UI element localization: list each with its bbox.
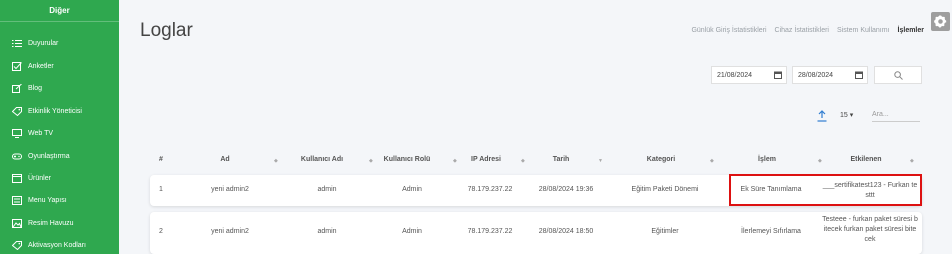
end-date-value: 28/08/2024 bbox=[798, 71, 834, 79]
search-icon bbox=[893, 70, 903, 80]
column-header-tarih[interactable]: Tarih bbox=[553, 156, 570, 163]
sidebar-item-aktivasyon[interactable]: Aktivasyon Kodları bbox=[0, 236, 119, 254]
image-icon bbox=[12, 218, 22, 228]
cell-ip: 78.179.237.22 bbox=[467, 186, 513, 193]
tag-icon bbox=[12, 240, 22, 250]
tab-gunluk-giris[interactable]: Günlük Giriş İstatistikleri bbox=[687, 27, 770, 34]
sidebar-header: Diğer bbox=[0, 0, 119, 22]
cell-islem: İlerlemeyi Sıfırlama bbox=[741, 228, 801, 235]
cell-kullanici-adi: admin bbox=[317, 228, 337, 235]
sort-icon[interactable]: ◆ bbox=[369, 158, 373, 164]
tab-islemler[interactable]: İşlemler bbox=[894, 27, 928, 34]
settings-button[interactable] bbox=[931, 12, 950, 31]
calendar-icon bbox=[774, 71, 782, 79]
column-header-kullanici-rolu[interactable]: Kullanıcı Rolü bbox=[384, 156, 431, 163]
sort-icon[interactable]: ◆ bbox=[910, 158, 914, 164]
search-button[interactable] bbox=[874, 66, 922, 84]
cell-kategori: Eğitimler bbox=[651, 228, 679, 235]
sidebar-item-oyunlastirma[interactable]: Oyunlaştırma bbox=[0, 147, 119, 165]
sidebar-item-label: Blog bbox=[28, 84, 43, 92]
column-header-islem[interactable]: İşlem bbox=[758, 156, 776, 163]
column-header-ip[interactable]: IP Adresi bbox=[471, 156, 501, 163]
cell-etkilenen: Testeee - furkan paket süresi bitecek fu… bbox=[822, 216, 918, 243]
sidebar-item-label: Menu Yapısı bbox=[28, 196, 67, 204]
sort-desc-icon[interactable]: ▼ bbox=[598, 158, 603, 164]
sidebar-item-urunler[interactable]: Ürünler bbox=[0, 169, 119, 187]
export-icon[interactable] bbox=[817, 110, 827, 122]
sort-icon[interactable]: ◆ bbox=[521, 158, 525, 164]
sort-icon[interactable]: ◆ bbox=[710, 158, 714, 164]
sort-icon[interactable]: ◆ bbox=[453, 158, 457, 164]
tab-sistem[interactable]: Sistem Kullanımı bbox=[833, 27, 894, 34]
end-date-field[interactable]: 28/08/2024 bbox=[792, 66, 868, 84]
checkbox-icon bbox=[12, 61, 22, 71]
sidebar-item-webtv[interactable]: Web TV bbox=[0, 124, 119, 142]
column-header-etkilenen[interactable]: Etkilenen bbox=[850, 156, 881, 163]
sidebar-item-label: Web TV bbox=[28, 129, 54, 137]
cell-ad: yeni admin2 bbox=[211, 186, 249, 193]
gear-icon bbox=[934, 15, 947, 28]
cell-rol: Admin bbox=[402, 186, 422, 193]
sidebar-item-resim[interactable]: Resim Havuzu bbox=[0, 214, 119, 232]
cell-no: 2 bbox=[159, 228, 163, 235]
tab-cihaz[interactable]: Cihaz İstatistikleri bbox=[771, 27, 833, 34]
sort-icon[interactable]: ◆ bbox=[274, 158, 278, 164]
sidebar-item-anketler[interactable]: Anketler bbox=[0, 57, 119, 75]
chevron-down-icon: ▾ bbox=[849, 112, 854, 119]
sidebar-item-duyurular[interactable]: Duyurular bbox=[0, 34, 119, 52]
column-header-kullanici-adi[interactable]: Kullanıcı Adı bbox=[301, 156, 343, 163]
sort-icon[interactable]: ◆ bbox=[818, 158, 822, 164]
table-search-input[interactable] bbox=[872, 108, 920, 122]
menu-icon bbox=[12, 195, 22, 205]
cell-kategori: Eğitim Paketi Dönemi bbox=[631, 186, 699, 193]
column-header-kategori[interactable]: Kategori bbox=[647, 156, 675, 163]
sidebar-item-menu[interactable]: Menu Yapısı bbox=[0, 191, 119, 209]
cell-tarih: 28/08/2024 19:36 bbox=[538, 186, 594, 193]
start-date-value: 21/08/2024 bbox=[717, 71, 753, 79]
sidebar-item-label: Oyunlaştırma bbox=[28, 152, 70, 160]
monitor-icon bbox=[12, 128, 22, 138]
sidebar: Diğer Duyurular Anketler Blog Etkinlik Y… bbox=[0, 0, 119, 254]
start-date-field[interactable]: 21/08/2024 bbox=[711, 66, 787, 84]
page-size-value: 15 bbox=[840, 112, 848, 119]
column-header-ad[interactable]: Ad bbox=[220, 156, 229, 163]
calendar-icon bbox=[855, 71, 863, 79]
sidebar-item-label: Duyurular bbox=[28, 39, 59, 47]
edit-icon bbox=[12, 83, 22, 93]
sidebar-item-label: Ürünler bbox=[28, 174, 51, 182]
cell-tarih: 28/08/2024 18:50 bbox=[538, 228, 594, 235]
tab-bar: Günlük Giriş İstatistikleri Cihaz İstati… bbox=[687, 27, 928, 34]
page-title: Loglar bbox=[140, 20, 193, 41]
gamepad-icon bbox=[12, 152, 22, 160]
cell-kullanici-adi: admin bbox=[317, 186, 337, 193]
table-row[interactable] bbox=[150, 212, 922, 254]
sidebar-item-label: Aktivasyon Kodları bbox=[28, 241, 86, 249]
cell-ad: yeni admin2 bbox=[211, 228, 249, 235]
sidebar-item-label: Resim Havuzu bbox=[28, 219, 74, 227]
sidebar-item-blog[interactable]: Blog bbox=[0, 79, 119, 97]
highlight-box bbox=[729, 174, 922, 206]
sidebar-item-etkinlik[interactable]: Etkinlik Yöneticisi bbox=[0, 102, 119, 120]
page-size-select[interactable]: 15 ▾ bbox=[840, 111, 853, 119]
cell-rol: Admin bbox=[402, 228, 422, 235]
sidebar-item-label: Anketler bbox=[28, 62, 54, 70]
cell-ip: 78.179.237.22 bbox=[467, 228, 513, 235]
sidebar-item-label: Etkinlik Yöneticisi bbox=[28, 107, 82, 115]
column-header-no[interactable]: # bbox=[159, 156, 163, 163]
cell-no: 1 bbox=[159, 186, 163, 193]
box-icon bbox=[12, 173, 22, 183]
tag-icon bbox=[12, 106, 22, 116]
list-icon bbox=[12, 39, 22, 47]
